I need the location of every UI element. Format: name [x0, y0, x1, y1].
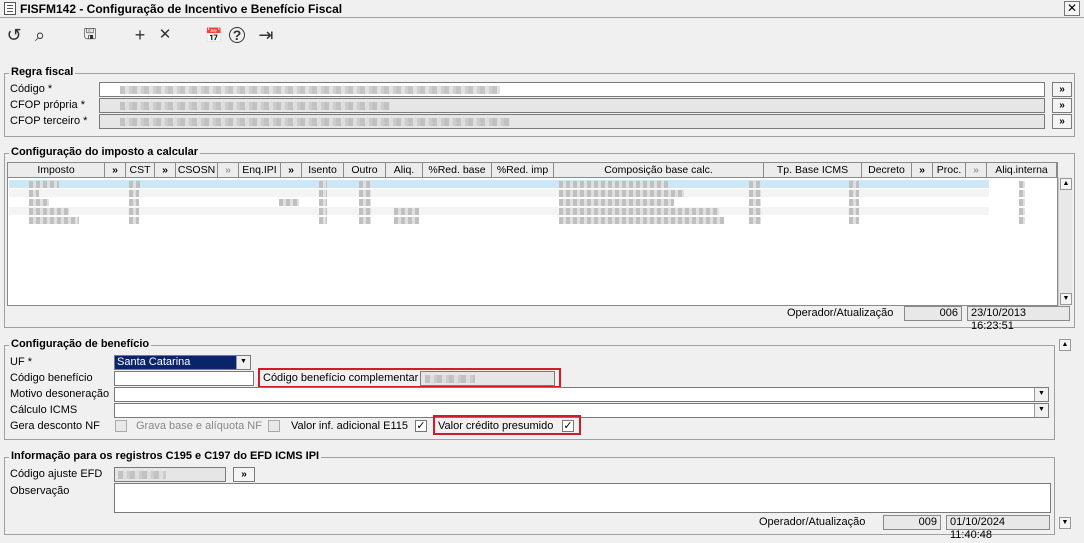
- motivo-desoneracao-select[interactable]: ▼: [114, 387, 1049, 402]
- save-icon[interactable]: 🖫: [80, 24, 100, 46]
- codigo-label: Código *: [10, 83, 53, 95]
- table-row[interactable]: [9, 216, 1025, 224]
- col-imposto-lookup[interactable]: »: [105, 163, 126, 178]
- col-aliq-interna[interactable]: Aliq.interna: [987, 163, 1057, 178]
- grava-base-checkbox[interactable]: [268, 420, 280, 432]
- page-scroll-down-icon[interactable]: ▼: [1059, 517, 1071, 529]
- grava-base-label: Grava base e alíquota NF: [136, 420, 262, 432]
- col-red-imp[interactable]: %Red. imp: [492, 163, 554, 178]
- imposto-atualizacao-value: 23/10/2013 16:23:51: [967, 306, 1070, 332]
- efd-operador-value: 009: [883, 515, 941, 530]
- efd-atualizacao-value: 01/10/2024 11:40:48: [946, 515, 1050, 541]
- codigo-field[interactable]: [99, 82, 1045, 97]
- col-proc[interactable]: Proc.: [933, 163, 966, 178]
- toolbar: ↺ ⌕ 🖫 + ✕ 📅 ? ⇥: [0, 20, 1084, 50]
- cfop-propria-lookup-button[interactable]: »: [1052, 98, 1072, 113]
- cfop-terceiro-lookup-button[interactable]: »: [1052, 114, 1072, 129]
- col-enq-ipi[interactable]: Enq.IPI: [239, 163, 281, 178]
- app-icon: [4, 2, 16, 15]
- window-title: FISFM142 - Configuração de Incentivo e B…: [20, 2, 343, 16]
- codigo-beneficio-field[interactable]: [114, 371, 254, 386]
- col-aliq[interactable]: Aliq.: [386, 163, 423, 178]
- regra-fiscal-title: Regra fiscal: [9, 66, 76, 78]
- valor-inf-adicional-label: Valor inf. adicional E115: [291, 420, 408, 432]
- cfop-propria-label: CFOP própria *: [10, 99, 85, 111]
- scroll-up-icon[interactable]: ▲: [1060, 178, 1072, 190]
- table-row[interactable]: [9, 207, 1025, 215]
- motivo-dropdown-icon[interactable]: ▼: [1034, 388, 1048, 401]
- col-outro[interactable]: Outro: [344, 163, 386, 178]
- exit-icon[interactable]: ⇥: [256, 24, 276, 46]
- col-enq-ipi-lookup[interactable]: »: [281, 163, 302, 178]
- codigo-beneficio-label: Código benefício: [10, 372, 93, 384]
- uf-label: UF *: [10, 356, 32, 368]
- imposto-grid[interactable]: Imposto » CST » CSOSN » Enq.IPI » Isento…: [7, 162, 1058, 306]
- valor-inf-adicional-checkbox[interactable]: ✓: [415, 420, 427, 432]
- imposto-title: Configuração do imposto a calcular: [9, 146, 201, 158]
- gera-desconto-checkbox[interactable]: [115, 420, 127, 432]
- search-icon[interactable]: ⌕: [30, 24, 50, 46]
- codigo-ajuste-lookup-button[interactable]: »: [233, 467, 255, 482]
- col-imposto[interactable]: Imposto: [8, 163, 105, 178]
- table-row[interactable]: [9, 189, 1025, 197]
- col-decreto-lookup[interactable]: »: [912, 163, 933, 178]
- codigo-ajuste-label: Código ajuste EFD: [10, 468, 103, 480]
- col-red-base[interactable]: %Red. base: [423, 163, 492, 178]
- gera-desconto-label: Gera desconto NF: [10, 420, 100, 432]
- codigo-lookup-button[interactable]: »: [1052, 82, 1072, 97]
- close-button[interactable]: ✕: [1064, 1, 1080, 16]
- uf-dropdown-icon[interactable]: ▼: [236, 356, 250, 369]
- codigo-complementar-label: Código benefício complementar: [263, 372, 419, 384]
- beneficio-title: Configuração de benefício: [9, 338, 152, 350]
- col-tp-base-icms[interactable]: Tp. Base ICMS: [764, 163, 862, 178]
- valor-credito-presumido-checkbox[interactable]: ✓: [562, 420, 574, 432]
- table-row[interactable]: [9, 180, 1025, 188]
- efd-operador-label: Operador/Atualização: [759, 516, 866, 528]
- imposto-operador-label: Operador/Atualização: [787, 307, 894, 319]
- cfop-propria-field[interactable]: [99, 98, 1045, 113]
- title-bar: FISFM142 - Configuração de Incentivo e B…: [0, 0, 1084, 18]
- page-scrollbar[interactable]: ▲ ▼: [1058, 337, 1072, 530]
- help-icon[interactable]: ?: [229, 27, 245, 43]
- col-csosn-lookup[interactable]: »: [218, 163, 239, 178]
- table-row[interactable]: [9, 198, 1025, 206]
- calculo-icms-label: Cálculo ICMS: [10, 404, 78, 416]
- calculo-dropdown-icon[interactable]: ▼: [1034, 404, 1048, 417]
- codigo-complementar-field[interactable]: [420, 371, 555, 386]
- col-composicao[interactable]: Composição base calc.: [554, 163, 764, 178]
- efd-title: Informação para os registros C195 e C197…: [9, 450, 322, 462]
- col-decreto[interactable]: Decreto: [862, 163, 912, 178]
- col-isento[interactable]: Isento: [302, 163, 344, 178]
- calculo-icms-select[interactable]: ▼: [114, 403, 1049, 418]
- add-icon[interactable]: +: [130, 24, 150, 46]
- calendar-icon[interactable]: 📅: [204, 24, 224, 46]
- scroll-down-icon[interactable]: ▼: [1060, 293, 1072, 305]
- cfop-terceiro-field[interactable]: [99, 114, 1045, 129]
- uf-value: Santa Catarina: [117, 356, 191, 368]
- codigo-ajuste-field[interactable]: [114, 467, 226, 482]
- grid-scrollbar[interactable]: ▲ ▼: [1058, 177, 1072, 306]
- delete-icon[interactable]: ✕: [155, 24, 175, 46]
- cfop-terceiro-label: CFOP terceiro *: [10, 115, 88, 127]
- observacao-field[interactable]: [114, 483, 1051, 513]
- col-cst[interactable]: CST: [126, 163, 155, 178]
- col-proc-lookup[interactable]: »: [966, 163, 987, 178]
- col-csosn[interactable]: CSOSN: [176, 163, 218, 178]
- page-scroll-up-icon[interactable]: ▲: [1059, 339, 1071, 351]
- imposto-operador-value: 006: [904, 306, 962, 321]
- refresh-icon[interactable]: ↺: [4, 24, 24, 46]
- col-cst-lookup[interactable]: »: [155, 163, 176, 178]
- uf-select[interactable]: Santa Catarina ▼: [114, 355, 251, 370]
- observacao-label: Observação: [10, 485, 70, 497]
- motivo-desoneracao-label: Motivo desoneração: [10, 388, 110, 400]
- valor-credito-presumido-label: Valor crédito presumido: [438, 420, 554, 432]
